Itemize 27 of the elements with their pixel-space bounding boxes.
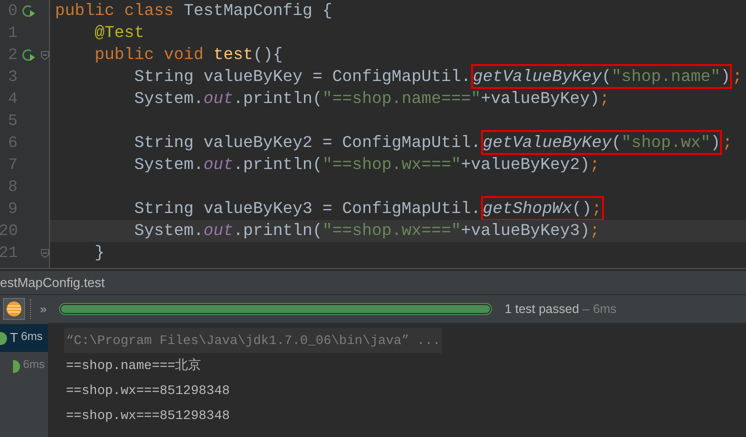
fold-marker-icon[interactable] [41,50,49,60]
run-config-title: estMapConfig.test [0,274,105,292]
code-line: public class TestMapConfig { [54,0,334,22]
code-line: System.out.println("==shop.name==="+valueByKey); [133,88,611,110]
console-output: ==shop.wx===851298348 [66,382,230,400]
code-line: System.out.println("==shop.wx==="+valueByKey2); [133,154,601,176]
passed-icon [13,360,20,372]
highlight-frame: getValueByKey("shop.name") [470,64,732,89]
run-gutter-icon[interactable] [22,48,36,62]
code-line: String valueByKey2 = ConfigMapUtil.getValueByKey("shop.wx"); [50,132,746,154]
expand-toolbar-button[interactable]: » [38,300,49,318]
test-tree-item[interactable]: 6ms [0,352,48,380]
console-output: ==shop.name===北京 [66,357,202,375]
console-output: ==shop.wx===851298348 [66,407,230,425]
fold-marker-icon[interactable] [41,248,49,258]
test-tree-item[interactable]: T 6ms [0,324,48,352]
highlight-frame: getValueByKey("shop.wx") [480,130,722,155]
toggle-button[interactable] [3,298,25,320]
code-line: String valueByKey = ConfigMapUtil.getValueByKey("shop.name"); [50,66,746,88]
test-summary: 1 test passed – 6ms [504,300,617,318]
code-line: public void test(){ [94,44,284,66]
code-line: @Test [94,22,146,44]
run-gutter-icon[interactable] [22,4,36,18]
stripes-icon [6,301,22,317]
passed-icon [0,332,7,344]
code-line: } [94,242,106,264]
console-command: “C:\Program Files\Java\jdk1.7.0_06\bin\java” ... [64,328,442,353]
